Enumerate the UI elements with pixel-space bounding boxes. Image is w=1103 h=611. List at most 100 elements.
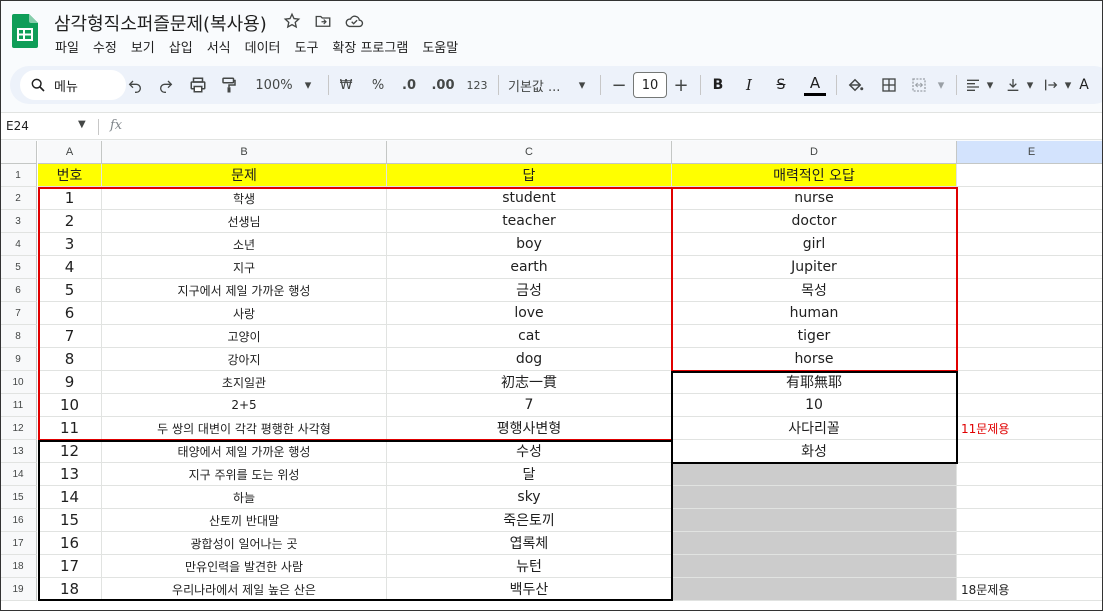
cell-a[interactable]: 4 — [38, 256, 102, 279]
cell-e[interactable] — [957, 348, 1103, 371]
cell-b[interactable]: 지구에서 제일 가까운 행성 — [102, 279, 387, 302]
cell-e[interactable] — [957, 210, 1103, 233]
cell-c[interactable]: 7 — [387, 394, 672, 417]
cell-a[interactable]: 8 — [38, 348, 102, 371]
row-header[interactable]: 6 — [0, 279, 37, 302]
cell-e[interactable] — [957, 302, 1103, 325]
undo-icon[interactable] — [124, 72, 146, 98]
row-header[interactable]: 18 — [0, 555, 37, 578]
cell-c[interactable]: teacher — [387, 210, 672, 233]
menu-item[interactable]: 서식 — [200, 37, 238, 57]
cell-c[interactable]: 죽은토끼 — [387, 509, 672, 532]
italic-button[interactable]: I — [739, 72, 759, 98]
cell-e[interactable] — [957, 486, 1103, 509]
decrease-decimal-button[interactable]: .0 — [396, 72, 422, 98]
cell-e[interactable] — [957, 532, 1103, 555]
cell-b[interactable]: 태양에서 제일 가까운 행성 — [102, 440, 387, 463]
cell-a[interactable]: 6 — [38, 302, 102, 325]
cell-e[interactable] — [957, 463, 1103, 486]
caret-down-icon[interactable]: ▾ — [1024, 72, 1036, 98]
row-header[interactable]: 5 — [0, 256, 37, 279]
currency-format-button[interactable]: ₩ — [336, 72, 356, 98]
cell-d[interactable]: human — [672, 302, 957, 325]
cell-d[interactable] — [672, 463, 957, 486]
move-folder-icon[interactable] — [312, 10, 334, 32]
column-header-e[interactable]: E — [957, 141, 1103, 164]
cell-d[interactable] — [672, 486, 957, 509]
cell-d[interactable]: 목성 — [672, 279, 957, 302]
cell-b[interactable]: 사랑 — [102, 302, 387, 325]
caret-down-icon[interactable]: ▾ — [1062, 72, 1074, 98]
cell-e[interactable] — [957, 256, 1103, 279]
cell-d[interactable]: doctor — [672, 210, 957, 233]
cell-a[interactable]: 16 — [38, 532, 102, 555]
menu-item[interactable]: 수정 — [86, 37, 124, 57]
cell-e[interactable] — [957, 164, 1103, 187]
plus-icon[interactable]: + — [672, 72, 690, 98]
text-rotation-button[interactable]: A — [1076, 72, 1092, 98]
cloud-saved-icon[interactable] — [343, 10, 365, 32]
fill-color-icon[interactable] — [844, 72, 866, 98]
cell-b[interactable]: 지구 주위를 도는 위성 — [102, 463, 387, 486]
menu-item[interactable]: 도구 — [288, 37, 326, 57]
row-header[interactable]: 4 — [0, 233, 37, 256]
select-all-corner[interactable] — [0, 141, 37, 164]
font-size-input[interactable]: 10 — [633, 72, 667, 98]
row-header[interactable]: 9 — [0, 348, 37, 371]
menu-item[interactable]: 보기 — [124, 37, 162, 57]
cell-d[interactable]: 사다리꼴 — [672, 417, 957, 440]
header-cell-c[interactable]: 답 — [387, 164, 672, 187]
cell-c[interactable]: boy — [387, 233, 672, 256]
cell-e[interactable] — [957, 394, 1103, 417]
cell-a[interactable]: 13 — [38, 463, 102, 486]
cell-d[interactable]: horse — [672, 348, 957, 371]
star-icon[interactable] — [281, 10, 303, 32]
cell-b[interactable]: 하늘 — [102, 486, 387, 509]
cell-e[interactable] — [957, 279, 1103, 302]
cell-b[interactable]: 지구 — [102, 256, 387, 279]
number-format-button[interactable]: 123 — [464, 72, 490, 98]
caret-down-icon[interactable]: ▾ — [300, 72, 316, 98]
spreadsheet-grid[interactable]: A B C D E 1 번호 문제 답 매력적인 오답 2 1 학생 student nurse 3 2 선생님 t… — [0, 141, 1103, 611]
borders-icon[interactable] — [878, 72, 900, 98]
row-header[interactable]: 12 — [0, 417, 37, 440]
cell-d[interactable]: 有耶無耶 — [672, 371, 957, 394]
cell-e[interactable] — [957, 440, 1103, 463]
cell-b[interactable]: 초지일관 — [102, 371, 387, 394]
sheets-logo-icon[interactable] — [12, 14, 38, 48]
cell-c[interactable]: dog — [387, 348, 672, 371]
cell-c[interactable]: 수성 — [387, 440, 672, 463]
menu-item[interactable]: 삽입 — [162, 37, 200, 57]
row-header[interactable]: 8 — [0, 325, 37, 348]
column-header-a[interactable]: A — [38, 141, 102, 164]
cell-a[interactable]: 17 — [38, 555, 102, 578]
cell-a[interactable]: 11 — [38, 417, 102, 440]
cell-d[interactable]: tiger — [672, 325, 957, 348]
text-color-button[interactable]: A — [804, 72, 826, 96]
row-header[interactable]: 16 — [0, 509, 37, 532]
cell-b[interactable]: 산토끼 반대말 — [102, 509, 387, 532]
cell-b[interactable]: 2+5 — [102, 394, 387, 417]
cell-b[interactable]: 만유인력을 발견한 사람 — [102, 555, 387, 578]
menu-item[interactable]: 파일 — [48, 37, 86, 57]
bold-button[interactable]: B — [708, 72, 728, 98]
name-box[interactable]: E24 — [6, 119, 29, 133]
row-header[interactable]: 15 — [0, 486, 37, 509]
cell-c[interactable]: sky — [387, 486, 672, 509]
cell-b[interactable]: 선생님 — [102, 210, 387, 233]
cell-a[interactable]: 15 — [38, 509, 102, 532]
document-title[interactable]: 삼각형직소퍼즐문제(복사용) — [54, 10, 267, 36]
row-header[interactable]: 13 — [0, 440, 37, 463]
font-family-select[interactable]: 기본값 ... — [508, 72, 572, 98]
caret-down-icon[interactable]: ▾ — [934, 72, 948, 98]
cell-c[interactable]: 백두산 — [387, 578, 672, 601]
cell-d[interactable] — [672, 509, 957, 532]
cell-c[interactable]: 初志一貫 — [387, 371, 672, 394]
merge-cells-icon[interactable] — [908, 72, 930, 98]
cell-a[interactable]: 12 — [38, 440, 102, 463]
align-left-icon[interactable] — [962, 72, 984, 98]
cell-a[interactable]: 10 — [38, 394, 102, 417]
row-header[interactable]: 11 — [0, 394, 37, 417]
cell-e[interactable] — [957, 371, 1103, 394]
row-header[interactable]: 3 — [0, 210, 37, 233]
